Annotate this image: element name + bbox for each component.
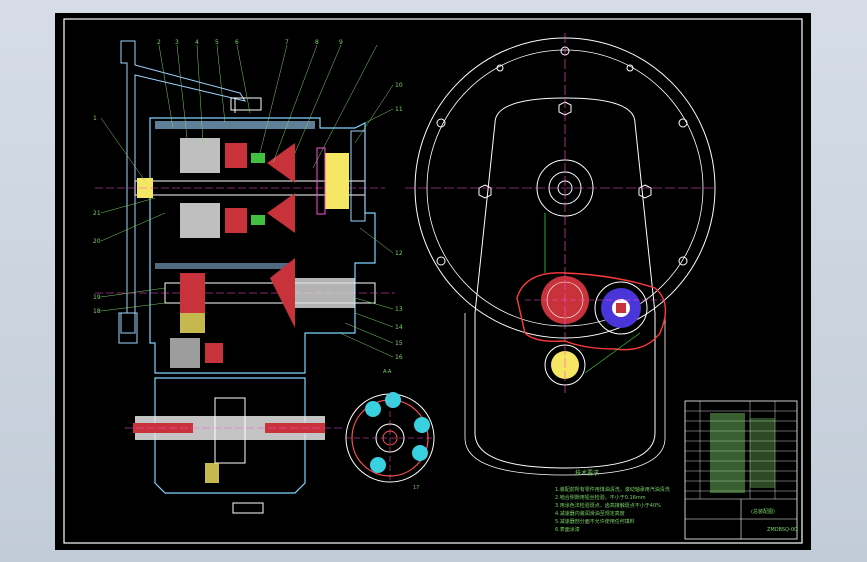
part-label-13: 13 bbox=[395, 306, 403, 313]
notes-line: 4.减速器内装润滑油至规定高度 bbox=[555, 510, 625, 517]
part-label-3: 3 bbox=[175, 39, 179, 46]
part-label-9: 9 bbox=[339, 39, 343, 46]
part-number-labels: 2 3 4 5 6 7 8 9 10 11 12 13 14 15 16 1 21 20 19 18 bbox=[93, 39, 403, 361]
notes-line: 6.表面涂漆 bbox=[555, 526, 580, 533]
notes-title: 技术要求 bbox=[575, 469, 599, 477]
part-label-19: 19 bbox=[93, 294, 101, 301]
part-label-21: 21 bbox=[93, 210, 101, 217]
part-label-1: 1 bbox=[93, 115, 97, 122]
notes-line: 3.用涂色法检验斑点，齿高接触斑点不小于40% bbox=[555, 502, 661, 509]
part-label-20: 20 bbox=[93, 238, 101, 245]
gearbox-section-view bbox=[95, 40, 395, 514]
part-labels-left bbox=[100, 117, 166, 312]
part-label-4: 4 bbox=[195, 39, 199, 46]
part-label-10: 10 bbox=[395, 82, 403, 89]
notes-line: 2.啮合侧隙用铅丝检验，不小于0.16mm bbox=[555, 494, 646, 501]
notes-line: 1.装配前所有零件用煤油清洗，滚动轴承用汽油清洗 bbox=[555, 486, 670, 493]
drawing-sheet: 技术要求 1.装配前所有零件用煤油清洗，滚动轴承用汽油清洗 2.啮合侧隙用铅丝检验… bbox=[55, 13, 811, 550]
section-a-a-view bbox=[345, 392, 435, 483]
title-block-drawing-title: (总装配图) bbox=[751, 508, 775, 515]
technical-notes: 技术要求 1.装配前所有零件用煤油清洗，滚动轴承用汽油清洗2.啮合侧隙用铅丝检验… bbox=[555, 469, 670, 533]
drawing-border bbox=[63, 18, 803, 544]
part-label-11: 11 bbox=[395, 106, 403, 113]
part-label-18: 18 bbox=[93, 308, 101, 315]
part-label-8: 8 bbox=[315, 39, 319, 46]
cad-drawing: 技术要求 1.装配前所有零件用煤油清洗，滚动轴承用汽油清洗2.啮合侧隙用铅丝检验… bbox=[63, 18, 803, 544]
notes-lines: 1.装配前所有零件用煤油清洗，滚动轴承用汽油清洗2.啮合侧隙用铅丝检验，不小于0… bbox=[555, 486, 670, 533]
section-label: A-A bbox=[383, 369, 392, 375]
part-label-2: 2 bbox=[157, 39, 161, 46]
part-label-15: 15 bbox=[395, 340, 403, 347]
part-label-17: 17 bbox=[413, 485, 419, 491]
part-label-12: 12 bbox=[395, 250, 403, 257]
part-label-7: 7 bbox=[285, 39, 289, 46]
part-label-14: 14 bbox=[395, 324, 403, 331]
part-label-16: 16 bbox=[395, 354, 403, 361]
notes-line: 5.减速器剖分面不允许使用任何填料 bbox=[555, 518, 635, 525]
gearbox-end-view bbox=[405, 33, 716, 476]
part-labels-right bbox=[339, 84, 394, 358]
title-block-drawing-number: ZMDBSQ-00 bbox=[767, 527, 797, 533]
part-label-6: 6 bbox=[235, 39, 239, 46]
part-label-5: 5 bbox=[215, 39, 219, 46]
title-block: (总装配图) ZMDBSQ-00 bbox=[684, 400, 798, 540]
